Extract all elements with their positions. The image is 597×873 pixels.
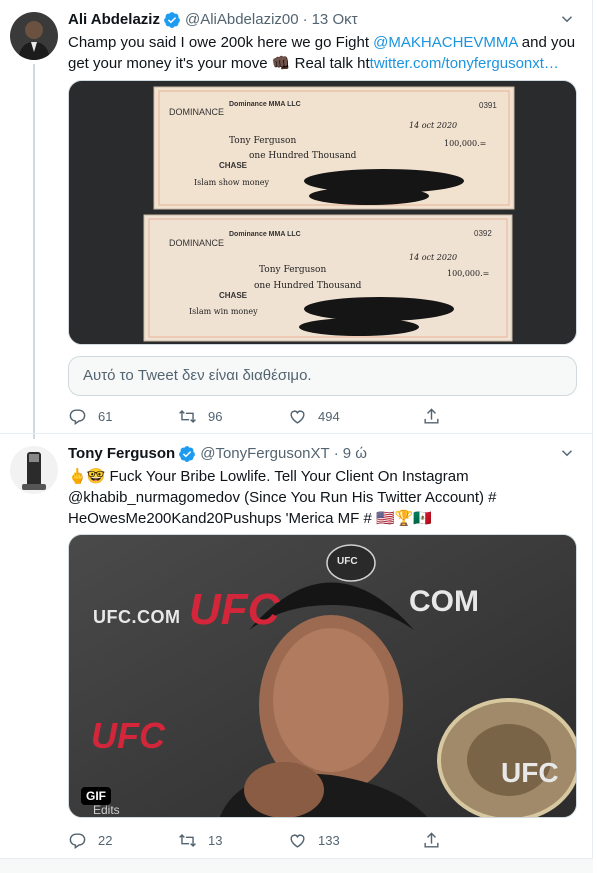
checks-image	[69, 81, 576, 344]
tweet-header: Ali Abdelaziz @AliAbdelaziz00 · 13 Οκτ	[68, 10, 578, 30]
avatar[interactable]	[10, 12, 58, 60]
like-count: 494	[318, 408, 340, 424]
check-date: 14 oct 2020	[409, 253, 458, 262]
text-segment: Champ you said I owe 200k here we go Fig…	[68, 34, 374, 51]
tweet-header: Tony Ferguson @TonyFergusonXT · 9 ώ	[68, 444, 578, 464]
tweet-body: Ali Abdelaziz @AliAbdelaziz00 · 13 Οκτ C…	[68, 10, 578, 74]
check-memo: Islam show money	[194, 178, 269, 187]
gif-text: UFC.COM	[93, 607, 181, 627]
timestamp[interactable]: 13 Οκτ	[312, 10, 358, 30]
reply-icon	[69, 832, 86, 849]
gif-text: UFC	[189, 585, 280, 634]
separator-dot: ·	[333, 445, 339, 462]
url-link[interactable]: twitter.com/tonyfergusonxt…	[370, 55, 559, 72]
text-line: HeOwesMe200Kand20Pushups 'Merica MF # 🇺🇸…	[68, 510, 433, 527]
retweet-count: 13	[208, 832, 223, 848]
display-name[interactable]: Tony Ferguson	[68, 444, 175, 464]
retweet-count: 96	[208, 408, 223, 424]
gif-text: COM	[409, 585, 479, 618]
timestamp[interactable]: 9 ώ	[343, 444, 367, 464]
share-icon	[424, 831, 439, 848]
thread-line	[33, 64, 35, 439]
text-line: 🖕🤓 Fuck Your Bribe Lowlife. Tell Your Cl…	[68, 468, 469, 485]
gif-text: Edits	[93, 803, 120, 817]
check-bank-logo: DOMINANCE	[169, 238, 225, 248]
tweet-body: Tony Ferguson @TonyFergusonXT · 9 ώ 🖕🤓 F…	[68, 444, 578, 529]
check-number: 0392	[474, 229, 492, 238]
tweet-actions: 61 96 494	[68, 405, 508, 427]
verified-icon	[179, 446, 196, 462]
share-icon	[424, 407, 439, 424]
text-line: @khabib_nurmagomedov (Since You Run His …	[68, 489, 497, 506]
handle[interactable]: @AliAbdelaziz00	[185, 10, 299, 30]
like-count: 133	[318, 832, 340, 848]
bottom-divider	[0, 858, 593, 873]
check-amount: 100,000.=	[447, 269, 490, 278]
verified-icon	[164, 12, 180, 28]
like-button[interactable]: 133	[288, 829, 398, 851]
timeline: Ali Abdelaziz @AliAbdelaziz00 · 13 Οκτ C…	[0, 0, 593, 873]
retweet-icon	[179, 833, 196, 847]
check-number: 0391	[479, 101, 497, 110]
gif-text: UFC	[91, 715, 165, 756]
reply-count: 61	[98, 408, 113, 424]
reply-count: 22	[98, 832, 113, 848]
heart-icon	[290, 410, 305, 424]
tweet-actions: 22 13 133	[68, 829, 508, 851]
check-bank-logo: DOMINANCE	[169, 107, 225, 117]
gif-text: UFC	[337, 556, 358, 567]
chevron-down-icon[interactable]	[558, 10, 576, 28]
retweet-icon	[179, 409, 196, 423]
handle[interactable]: @TonyFergusonXT	[200, 444, 329, 464]
check-payee: Tony Ferguson	[259, 265, 327, 275]
check-company: Dominance MMA LLC	[229, 101, 301, 108]
reply-button[interactable]: 22	[68, 829, 178, 851]
check-amount-words: one Hundred Thousand	[249, 151, 357, 161]
reply-icon	[69, 408, 86, 425]
text-segment: ht	[357, 55, 370, 72]
check-memo: Islam win money	[189, 307, 258, 316]
mention-link[interactable]: @MAKHACHEVMMA	[373, 34, 517, 51]
avatar[interactable]	[10, 446, 58, 494]
separator-dot: ·	[302, 11, 308, 28]
check-amount: 100,000.=	[444, 139, 487, 148]
unavailable-quote: Αυτό το Tweet δεν είναι διαθέσιμο.	[68, 356, 577, 396]
share-button[interactable]	[422, 829, 462, 851]
tweet-text: Champ you said I owe 200k here we go Fig…	[68, 32, 578, 74]
check-bank: CHASE	[219, 291, 248, 300]
check-amount-words: one Hundred Thousand	[254, 281, 362, 291]
tweet-photo[interactable]: DOMINANCE Dominance MMA LLC 0391 14 oct …	[68, 80, 577, 345]
like-button[interactable]: 494	[288, 405, 398, 427]
retweet-button[interactable]: 96	[178, 405, 288, 427]
chevron-down-icon[interactable]	[558, 444, 576, 462]
heart-icon	[290, 834, 305, 848]
check-company: Dominance MMA LLC	[229, 231, 301, 238]
check-bank: CHASE	[219, 161, 248, 170]
display-name[interactable]: Ali Abdelaziz	[68, 10, 160, 30]
tweet-gif[interactable]: UFC.COM UFC COM UFC UFC UFC Edits GIF	[68, 534, 577, 818]
check-payee: Tony Ferguson	[229, 136, 297, 146]
tweet-text: 🖕🤓 Fuck Your Bribe Lowlife. Tell Your Cl…	[68, 466, 578, 529]
tweet-ali[interactable]: Ali Abdelaziz @AliAbdelaziz00 · 13 Οκτ C…	[0, 0, 593, 439]
gif-badge: GIF	[81, 787, 111, 805]
tweet-tony[interactable]: Tony Ferguson @TonyFergusonXT · 9 ώ 🖕🤓 F…	[0, 434, 593, 858]
gif-text: UFC	[501, 757, 559, 788]
retweet-button[interactable]: 13	[178, 829, 288, 851]
share-button[interactable]	[422, 405, 462, 427]
reply-button[interactable]: 61	[68, 405, 178, 427]
check-date: 14 oct 2020	[409, 121, 458, 130]
